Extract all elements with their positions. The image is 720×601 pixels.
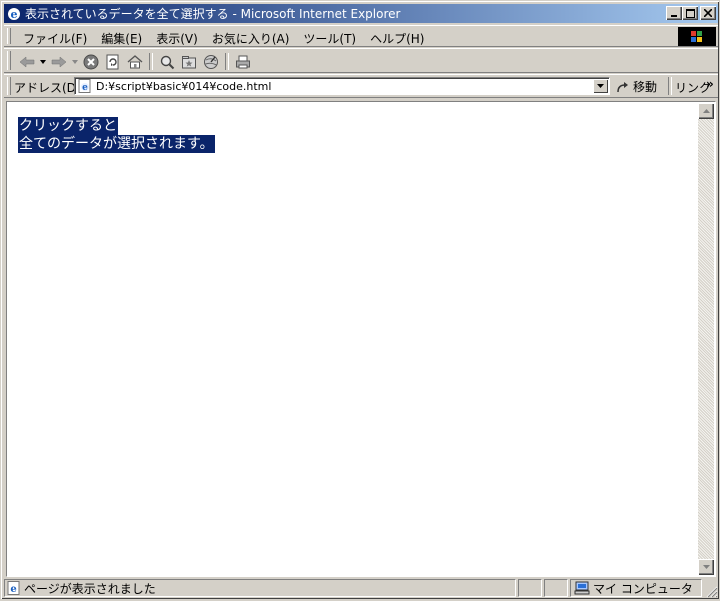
standard-toolbar — [4, 48, 718, 73]
page-viewport: クリックすると 全てのデータが選択されます。 — [6, 101, 716, 577]
address-bar: アドレス(D) e D:¥script¥basic¥014¥code.html … — [4, 74, 718, 98]
address-label: アドレス(D) — [14, 81, 81, 95]
forward-icon[interactable] — [48, 52, 70, 71]
history-icon[interactable] — [200, 52, 222, 71]
svg-text:e: e — [11, 8, 18, 21]
go-label: 移動 — [633, 80, 658, 94]
selectable-text[interactable]: クリックすると 全てのデータが選択されます。 — [18, 117, 215, 153]
chevron-down-icon — [597, 84, 604, 88]
menu-file[interactable]: ファイル(F) — [16, 29, 94, 48]
close-button[interactable] — [700, 6, 716, 20]
text-line-2: 全てのデータが選択されます。 — [18, 135, 215, 153]
favorites-icon[interactable] — [178, 52, 200, 71]
go-arrow-icon — [617, 81, 628, 92]
menu-favorites[interactable]: お気に入り(A) — [205, 29, 297, 48]
svg-text:e: e — [82, 83, 88, 93]
go-button[interactable]: 移動 — [616, 78, 657, 95]
scroll-down-button[interactable] — [698, 559, 714, 575]
page-done-icon: e — [7, 581, 20, 595]
back-dropdown-icon[interactable] — [38, 52, 48, 71]
resize-grip-icon[interactable] — [704, 584, 718, 598]
forward-dropdown-icon[interactable] — [70, 52, 80, 71]
window-title: 表示されているデータを全て選択する - Microsoft Internet E… — [25, 7, 401, 21]
windows-logo-icon — [678, 27, 716, 46]
chevron-up-icon — [702, 109, 710, 113]
text-line-1: クリックすると — [18, 117, 118, 135]
ie-window: e 表示されているデータを全て選択する - Microsoft Internet… — [0, 0, 720, 600]
menu-tools[interactable]: ツール(T) — [296, 29, 363, 48]
toolbar-separator — [149, 53, 153, 70]
status-message: ページが表示されました — [24, 581, 156, 596]
stop-icon[interactable] — [80, 52, 102, 71]
computer-icon — [574, 581, 590, 595]
status-progress-panel — [518, 579, 542, 597]
menu-edit[interactable]: 編集(E) — [94, 29, 149, 48]
refresh-icon[interactable] — [102, 52, 124, 71]
search-icon[interactable] — [156, 52, 178, 71]
address-dropdown-button[interactable] — [593, 79, 608, 93]
status-zone-panel: マイ コンピュータ — [570, 579, 702, 597]
chevron-down-icon — [702, 565, 710, 569]
menu-help[interactable]: ヘルプ(H) — [363, 29, 431, 48]
title-bar[interactable]: e 表示されているデータを全て選択する - Microsoft Internet… — [4, 4, 718, 23]
toolbar-grip[interactable] — [7, 51, 11, 70]
status-message-panel: e ページが表示されました — [4, 579, 516, 597]
toolbar-separator — [225, 53, 229, 70]
print-icon[interactable] — [232, 52, 254, 71]
menu-view[interactable]: 表示(V) — [149, 29, 205, 48]
address-url: D:¥script¥basic¥014¥code.html — [96, 80, 272, 93]
links-more-icon[interactable]: » — [706, 77, 714, 91]
status-bar: e ページが表示されました マイ コンピュータ — [4, 579, 718, 598]
links-separator — [668, 77, 672, 95]
addressbar-grip[interactable] — [7, 77, 11, 95]
scroll-up-button[interactable] — [698, 103, 714, 119]
ie-logo-icon: e — [6, 6, 22, 22]
menu-bar: ファイル(F) 編集(E) 表示(V) お気に入り(A) ツール(T) ヘルプ(… — [4, 25, 718, 47]
page-content[interactable]: クリックすると 全てのデータが選択されます。 — [8, 103, 698, 575]
home-icon[interactable] — [124, 52, 146, 71]
svg-text:e: e — [10, 584, 16, 595]
vertical-scrollbar[interactable] — [698, 103, 714, 575]
page-icon: e — [78, 79, 92, 93]
zone-label: マイ コンピュータ — [593, 581, 693, 596]
menubar-grip[interactable] — [7, 28, 11, 44]
address-input[interactable]: e D:¥script¥basic¥014¥code.html — [74, 77, 610, 95]
maximize-button[interactable] — [682, 6, 698, 20]
status-security-panel — [544, 579, 568, 597]
back-icon[interactable] — [16, 52, 38, 71]
minimize-button[interactable] — [666, 6, 682, 20]
